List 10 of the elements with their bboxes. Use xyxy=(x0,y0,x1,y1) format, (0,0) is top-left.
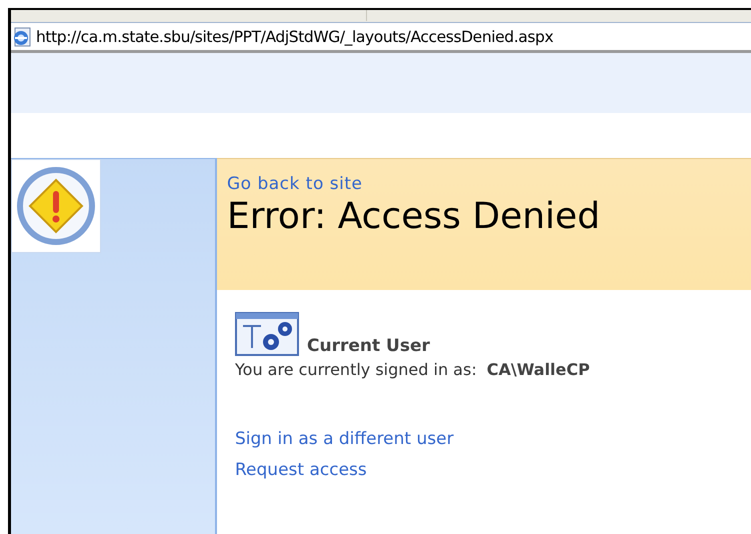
section-heading: Current User xyxy=(307,336,430,356)
account-name: CA\WalleCP xyxy=(486,360,590,379)
back-link[interactable]: Go back to site xyxy=(227,174,362,194)
warning-icon xyxy=(16,166,96,246)
action-link[interactable]: Sign in as a different user xyxy=(235,429,454,449)
url-text[interactable]: http://ca.m.state.sbu/sites/PPT/AdjStdWG/_layouts/AccessDenied.aspx xyxy=(36,28,554,46)
signed-in-label: You are currently signed in as: xyxy=(235,360,477,379)
page-title: Error: Access Denied xyxy=(227,196,602,237)
action-link[interactable]: Request access xyxy=(235,460,367,480)
window-gears-icon xyxy=(235,312,299,356)
